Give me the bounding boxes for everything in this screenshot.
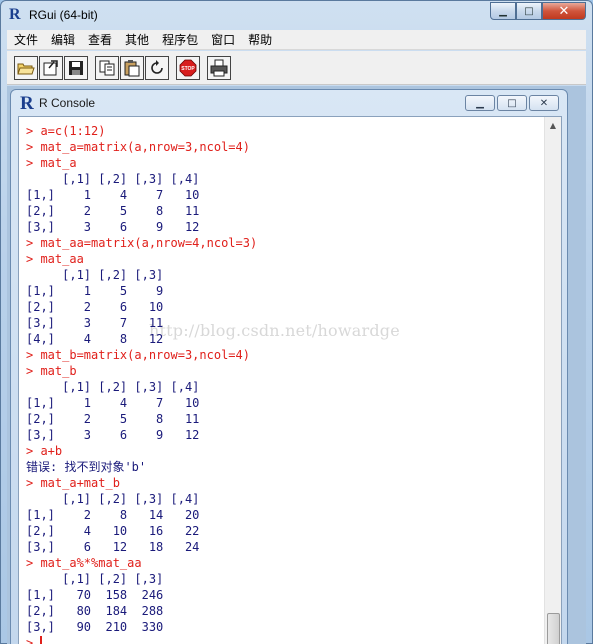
console-text: > a=c(1:12) > mat_a=matrix(a,nrow=3,ncol=…	[26, 123, 536, 644]
scroll-up-arrow-icon[interactable]: ▲	[545, 117, 561, 134]
console-output-line: [2,] 2 5 8 11	[26, 204, 200, 218]
console-close-button[interactable]: ✕	[529, 95, 559, 111]
copy-icon	[99, 60, 115, 76]
close-button[interactable]: ✕	[542, 2, 586, 20]
console-window-controls: ▁ □ ✕	[465, 95, 559, 111]
maximize-button[interactable]: □	[516, 2, 542, 20]
console-output-line: [,1] [,2] [,3]	[26, 268, 164, 282]
open-folder-icon	[17, 63, 35, 75]
copy-paste-button[interactable]	[145, 56, 169, 80]
console-error-line: 错误: 找不到对象'b'	[26, 460, 147, 474]
r-logo-icon: R	[9, 6, 21, 23]
console-title-bar[interactable]: R R Console ▁ □ ✕	[11, 90, 567, 116]
menu-misc[interactable]: 其他	[118, 31, 155, 48]
print-icon	[210, 59, 228, 77]
menu-edit[interactable]: 编辑	[44, 31, 81, 48]
refresh-icon	[151, 60, 163, 74]
text-cursor	[40, 636, 43, 644]
console-output-line: [,1] [,2] [,3] [,4]	[26, 492, 200, 506]
console-output-line: [3,] 90 210 330	[26, 620, 164, 634]
console-command-line: > mat_a=matrix(a,nrow=3,ncol=4)	[26, 140, 250, 154]
scroll-thumb[interactable]	[547, 613, 560, 644]
console-output-line: [2,] 4 10 16 22	[26, 524, 200, 538]
console-output-line: [1,] 1 5 9	[26, 284, 164, 298]
stop-button[interactable]: STOP	[176, 56, 200, 80]
console-command-line: > mat_a+mat_b	[26, 476, 120, 490]
console-output-line: [,1] [,2] [,3]	[26, 572, 164, 586]
console-output-line: [4,] 4 8 12	[26, 332, 164, 346]
menu-bar: 文件 编辑 查看 其他 程序包 窗口 帮助	[7, 30, 586, 50]
console-input-line[interactable]: >	[26, 635, 536, 644]
console-output-line: [3,] 6 12 18 24	[26, 540, 200, 554]
window-title: RGui (64-bit)	[29, 8, 98, 22]
console-output-line: [1,] 70 158 246	[26, 588, 164, 602]
console-maximize-button[interactable]: □	[497, 95, 527, 111]
menu-view[interactable]: 查看	[81, 31, 118, 48]
console-output-line: [2,] 2 5 8 11	[26, 412, 200, 426]
console-output-line: [3,] 3 6 9 12	[26, 428, 200, 442]
console-output-area[interactable]: http://blog.csdn.net/howardge > a=c(1:12…	[18, 116, 562, 644]
r-console-window: R R Console ▁ □ ✕ http://blog.csdn.net/h…	[10, 89, 568, 644]
load-workspace-button[interactable]	[39, 56, 63, 80]
load-workspace-icon	[43, 60, 58, 76]
stop-icon: STOP	[179, 59, 197, 77]
console-output-line: [2,] 80 184 288	[26, 604, 164, 618]
stop-label: STOP	[181, 66, 195, 72]
console-output-line: [3,] 3 6 9 12	[26, 220, 200, 234]
console-output-line: [1,] 1 4 7 10	[26, 396, 200, 410]
print-button[interactable]	[207, 56, 231, 80]
menu-packages[interactable]: 程序包	[155, 31, 204, 48]
console-command-line: > mat_a%*%mat_aa	[26, 556, 142, 570]
console-output-line: [1,] 1 4 7 10	[26, 188, 200, 202]
console-prompt: >	[26, 636, 34, 644]
console-command-line: > a=c(1:12)	[26, 124, 106, 138]
console-output-line: [3,] 3 7 11	[26, 316, 164, 330]
window-controls: ▁ □ ✕	[490, 2, 586, 20]
console-output-line: [,1] [,2] [,3] [,4]	[26, 172, 200, 186]
menu-windows[interactable]: 窗口	[204, 31, 241, 48]
console-output-line: [1,] 2 8 14 20	[26, 508, 200, 522]
open-script-button[interactable]	[14, 56, 38, 80]
console-minimize-button[interactable]: ▁	[465, 95, 495, 111]
console-title: R Console	[39, 96, 96, 110]
console-command-line: > mat_aa	[26, 252, 84, 266]
copy-button[interactable]	[95, 56, 119, 80]
r-logo-icon: R	[20, 93, 34, 114]
console-output-line: [,1] [,2] [,3] [,4]	[26, 380, 200, 394]
paste-button[interactable]	[120, 56, 144, 80]
save-icon	[69, 61, 83, 75]
toolbar: STOP	[7, 51, 586, 85]
console-command-line: > mat_b	[26, 364, 77, 378]
vertical-scrollbar[interactable]: ▲	[544, 117, 561, 644]
console-command-line: > mat_b=matrix(a,nrow=3,ncol=4)	[26, 348, 250, 362]
title-bar[interactable]: R RGui (64-bit) ▁ □ ✕	[1, 1, 592, 29]
menu-help[interactable]: 帮助	[241, 31, 278, 48]
console-command-line: > mat_aa=matrix(a,nrow=4,ncol=3)	[26, 236, 258, 250]
console-command-line: > a+b	[26, 444, 63, 458]
paste-icon	[124, 60, 140, 77]
console-output-line: [2,] 2 6 10	[26, 300, 164, 314]
minimize-button[interactable]: ▁	[490, 2, 516, 20]
save-button[interactable]	[64, 56, 88, 80]
menu-file[interactable]: 文件	[7, 31, 44, 48]
console-command-line: > mat_a	[26, 156, 77, 170]
